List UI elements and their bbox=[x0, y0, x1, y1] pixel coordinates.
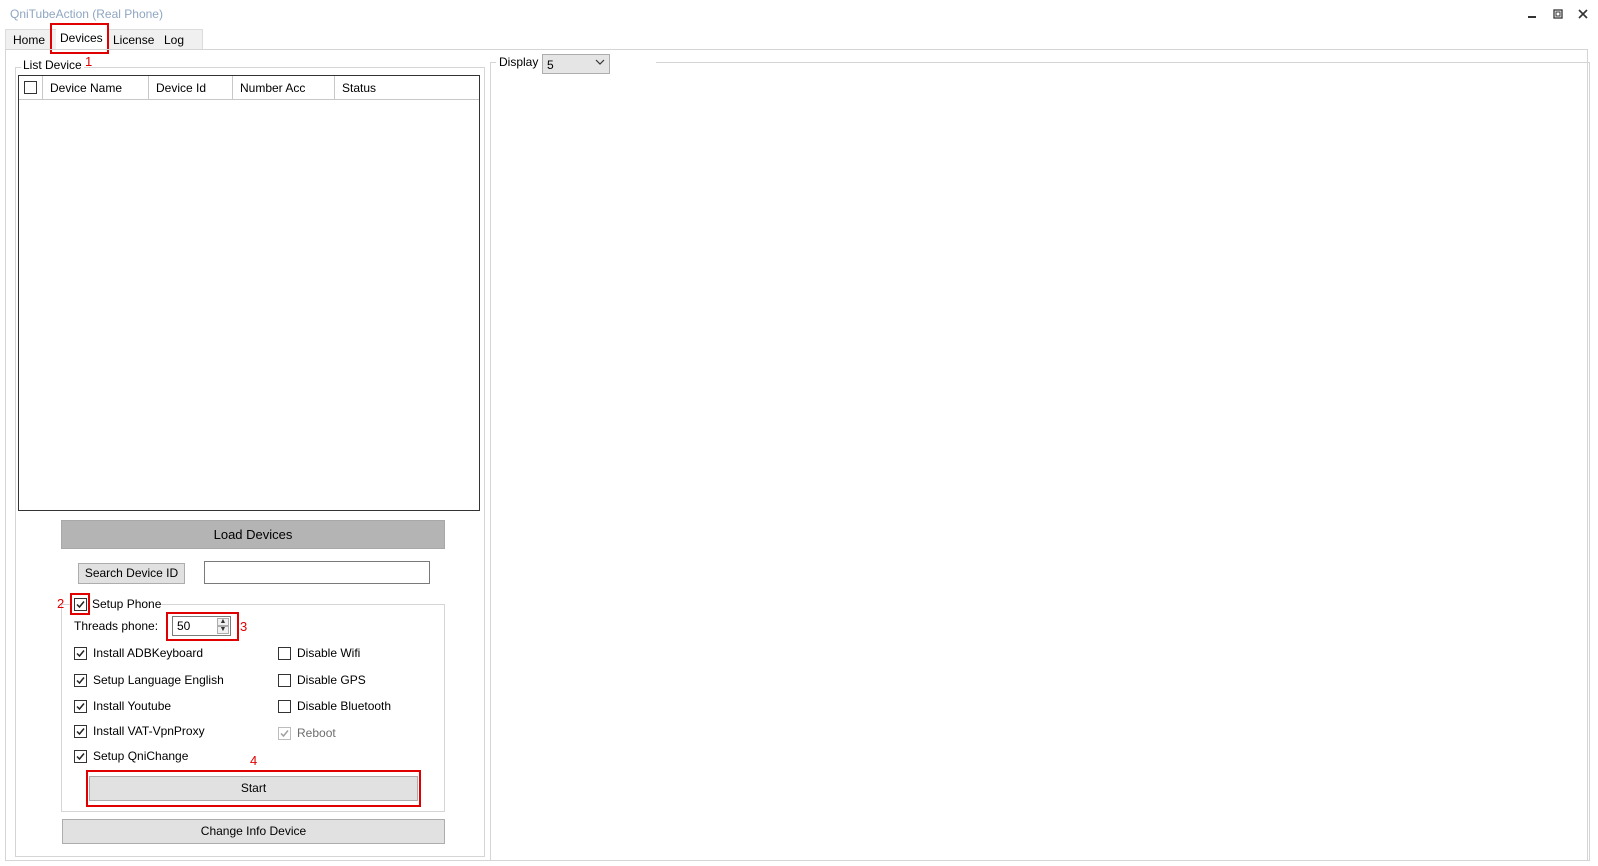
checkbox[interactable] bbox=[74, 724, 87, 738]
load-devices-button[interactable]: Load Devices bbox=[61, 520, 445, 549]
window-title: QniTubeAction (Real Phone) bbox=[10, 7, 163, 21]
checkbox[interactable] bbox=[278, 646, 291, 660]
annotation-box-2 bbox=[70, 593, 90, 615]
checkbox[interactable] bbox=[74, 699, 87, 713]
col-device-name[interactable]: Device Name bbox=[43, 76, 149, 100]
threads-phone-label: Threads phone: bbox=[74, 619, 159, 633]
search-device-id-input[interactable] bbox=[204, 561, 430, 584]
col-status[interactable]: Status bbox=[335, 76, 479, 100]
minimize-icon[interactable] bbox=[1525, 7, 1539, 21]
tab-home[interactable]: Home bbox=[9, 31, 49, 50]
restore-icon[interactable] bbox=[1551, 7, 1565, 21]
checkbox[interactable] bbox=[278, 699, 291, 713]
option-setup-language-english[interactable]: Setup Language English bbox=[74, 672, 224, 688]
option-label: Disable GPS bbox=[297, 673, 366, 687]
select-all-header bbox=[19, 76, 43, 100]
col-number-acc[interactable]: Number Acc bbox=[233, 76, 335, 100]
device-list-view[interactable]: Device Name Device Id Number Acc Status bbox=[18, 75, 480, 511]
option-label: Install VAT-VpnProxy bbox=[93, 724, 205, 738]
chevron-down-icon bbox=[595, 57, 605, 70]
col-device-id[interactable]: Device Id bbox=[149, 76, 233, 100]
option-install-adbkeyboard[interactable]: Install ADBKeyboard bbox=[74, 645, 203, 661]
checkbox[interactable] bbox=[278, 673, 291, 687]
display-count-value: 5 bbox=[547, 58, 554, 72]
option-reboot: Reboot bbox=[278, 725, 336, 741]
option-install-vat-vpnproxy[interactable]: Install VAT-VpnProxy bbox=[74, 723, 205, 739]
annotation-label-3: 3 bbox=[240, 619, 248, 634]
option-label: Setup QniChange bbox=[93, 749, 189, 763]
option-label: Setup Language English bbox=[93, 673, 224, 687]
option-disable-wifi[interactable]: Disable Wifi bbox=[278, 645, 360, 661]
display-count-select[interactable]: 5 bbox=[542, 54, 610, 74]
search-device-id-button[interactable]: Search Device ID bbox=[78, 563, 185, 584]
checkbox[interactable] bbox=[74, 646, 87, 660]
display-label: Display bbox=[499, 55, 539, 69]
checkbox[interactable] bbox=[74, 749, 87, 763]
option-label: Reboot bbox=[297, 726, 336, 740]
tab-log[interactable]: Log bbox=[160, 31, 188, 50]
list-device-caption: List Device bbox=[21, 58, 84, 72]
annotation-label-4: 4 bbox=[250, 753, 258, 768]
annotation-box-3 bbox=[166, 612, 239, 641]
annotation-label-2: 2 bbox=[57, 596, 65, 611]
option-label: Disable Bluetooth bbox=[297, 699, 392, 713]
display-panel bbox=[490, 62, 1590, 861]
option-label: Disable Wifi bbox=[297, 646, 361, 660]
option-label: Install Youtube bbox=[93, 699, 172, 713]
change-info-device-button[interactable]: Change Info Device bbox=[62, 819, 445, 844]
option-install-youtube[interactable]: Install Youtube bbox=[74, 698, 171, 714]
option-setup-qnichange[interactable]: Setup QniChange bbox=[74, 748, 188, 764]
annotation-box-4 bbox=[86, 770, 421, 807]
option-disable-bluetooth[interactable]: Disable Bluetooth bbox=[278, 698, 391, 714]
option-disable-gps[interactable]: Disable GPS bbox=[278, 672, 366, 688]
select-all-checkbox[interactable] bbox=[24, 81, 37, 94]
close-icon[interactable] bbox=[1576, 7, 1590, 21]
title-bar: QniTubeAction (Real Phone) bbox=[0, 0, 1598, 28]
tab-license[interactable]: License bbox=[109, 31, 158, 50]
checkbox bbox=[278, 726, 291, 740]
checkbox[interactable] bbox=[74, 673, 87, 687]
option-label: Install ADBKeyboard bbox=[93, 646, 204, 660]
setup-phone-label: Setup Phone bbox=[92, 597, 162, 611]
